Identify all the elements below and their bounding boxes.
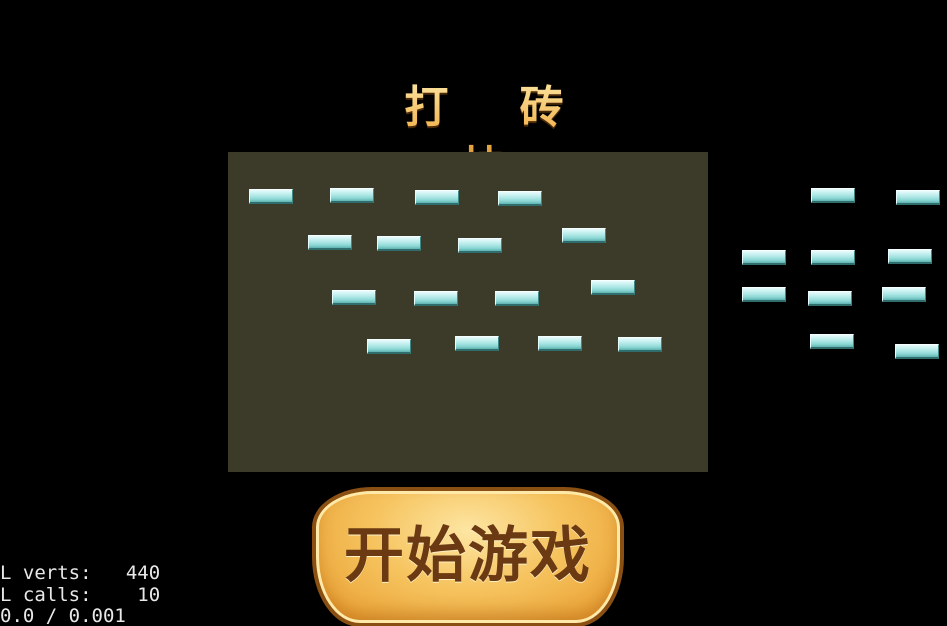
- brick: [810, 334, 854, 349]
- debug-calls: L calls: 10: [0, 583, 161, 606]
- brick: [895, 344, 939, 359]
- brick: [414, 291, 458, 306]
- brick: [888, 249, 932, 264]
- brick: [455, 336, 499, 351]
- brick: [618, 337, 662, 352]
- start-game-label: 开始游戏: [344, 520, 592, 591]
- game-canvas: 打 砖 块 开始游戏 L verts: 440L calls: 100.0 /: [0, 0, 947, 626]
- brick: [808, 291, 852, 306]
- brick: [882, 287, 926, 302]
- brick: [742, 250, 786, 265]
- brick: [332, 290, 376, 305]
- brick: [811, 250, 855, 265]
- level-preview-panel: [228, 152, 708, 472]
- brick: [498, 191, 542, 206]
- brick: [562, 228, 606, 243]
- brick: [377, 236, 421, 251]
- debug-verts: L verts: 440: [0, 562, 161, 584]
- debug-frame-time: 0.0 / 0.001: [0, 605, 126, 626]
- brick: [415, 190, 459, 205]
- brick: [538, 336, 582, 351]
- brick: [249, 189, 293, 204]
- brick: [896, 190, 940, 205]
- brick: [742, 287, 786, 302]
- debug-stats-overlay: L verts: 440 L calls: 10 0.0 / 0.001: [0, 562, 161, 626]
- brick: [308, 235, 352, 250]
- brick: [458, 238, 502, 253]
- brick: [330, 188, 374, 203]
- brick: [495, 291, 539, 306]
- brick: [367, 339, 411, 354]
- brick: [811, 188, 855, 203]
- brick: [591, 280, 635, 295]
- start-game-button[interactable]: 开始游戏: [312, 487, 624, 626]
